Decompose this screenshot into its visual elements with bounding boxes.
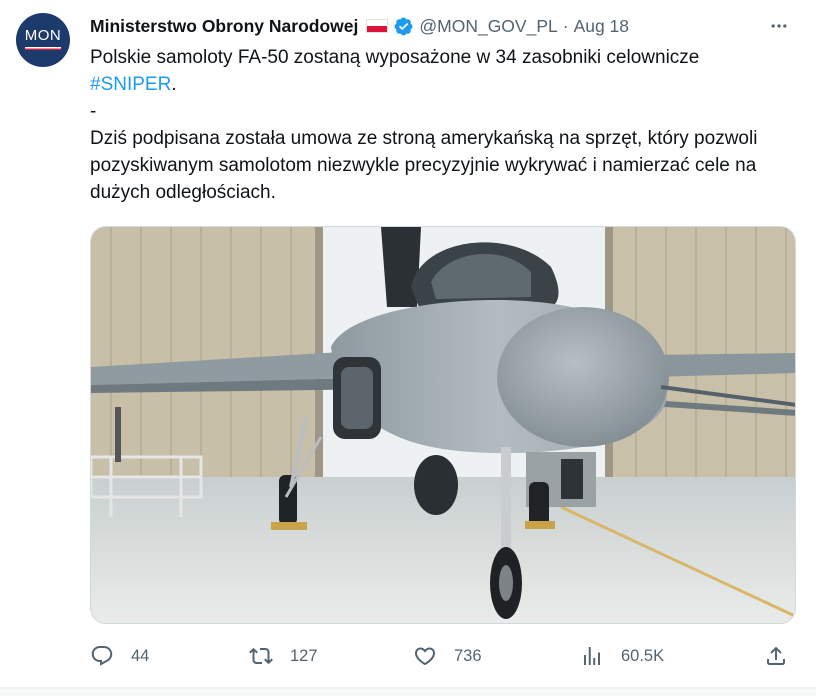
- tweet-card[interactable]: MON Ministerstwo Obrony Narodowej @MON_G…: [0, 0, 816, 688]
- tweet-photo[interactable]: [90, 226, 796, 624]
- timeline-divider: [0, 688, 816, 696]
- views-count: 60.5K: [621, 646, 665, 665]
- share-button[interactable]: [764, 640, 788, 672]
- reply-button[interactable]: 44: [90, 640, 149, 672]
- reply-icon: [91, 646, 113, 666]
- more-options-button[interactable]: [766, 14, 792, 38]
- tweet-actions-bar: 44 127 736 60.5K: [90, 640, 796, 672]
- hashtag-link[interactable]: #SNIPER: [90, 74, 171, 95]
- tweet-date[interactable]: Aug 18: [574, 16, 629, 37]
- avatar-flag-stripe: [25, 47, 61, 50]
- more-dots-icon: [771, 24, 787, 28]
- like-button[interactable]: 736: [413, 640, 482, 672]
- tweet-separator: -: [90, 101, 97, 122]
- like-icon: [414, 647, 436, 666]
- reply-count: 44: [131, 646, 150, 665]
- user-handle[interactable]: @MON_GOV_PL: [419, 16, 557, 37]
- share-icon: [767, 646, 785, 665]
- avatar-text: MON: [24, 27, 62, 44]
- fa50-jet-in-hangar-image: [91, 227, 795, 623]
- tweet-line-2: #SNIPER.: [90, 74, 177, 95]
- poland-flag-icon: [366, 19, 389, 33]
- retweet-button[interactable]: 127: [249, 640, 318, 672]
- retweet-count: 127: [290, 646, 318, 665]
- tweet-text: Polskie samoloty FA-50 zostaną wyposażon…: [90, 44, 790, 206]
- avatar[interactable]: MON: [16, 13, 70, 67]
- verified-badge-icon[interactable]: [393, 16, 414, 37]
- tweet-line-1: Polskie samoloty FA-50 zostaną wyposażon…: [90, 47, 700, 68]
- header-separator: ·: [562, 15, 569, 36]
- tweet-paragraph: Dziś podpisana została umowa ze stroną a…: [90, 128, 758, 203]
- tweet-header: Ministerstwo Obrony Narodowej @MON_GOV_P…: [90, 14, 629, 38]
- views-button[interactable]: 60.5K: [580, 640, 664, 672]
- views-icon: [584, 647, 600, 665]
- retweet-icon: [249, 647, 273, 665]
- display-name[interactable]: Ministerstwo Obrony Narodowej: [90, 16, 358, 37]
- like-count: 736: [454, 646, 482, 665]
